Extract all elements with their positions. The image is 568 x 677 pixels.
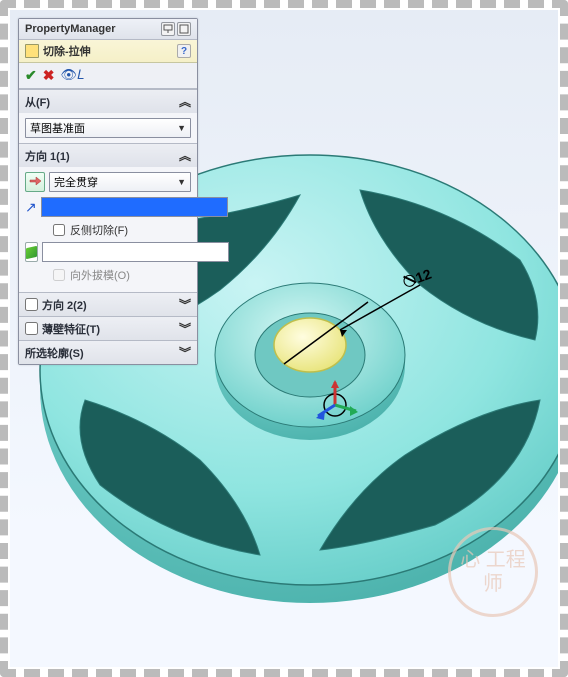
reverse-cut-checkbox[interactable] [53, 224, 65, 236]
draft-outward-row: 向外拔模(O) [53, 267, 191, 283]
feature-header: 切除-拉伸 ? [19, 40, 197, 63]
dropdown-arrow-icon: ▼ [177, 123, 186, 133]
from-dropdown-value: 草图基准面 [30, 120, 85, 136]
draft-outward-label: 向外拔模(O) [70, 267, 130, 283]
property-manager-panel: PropertyManager 切除-拉伸 ? ✔ ✖ 👁𝐿 从(F) ︽ [18, 18, 198, 365]
chevron-down-icon: ︾ [179, 344, 191, 361]
draft-icon [26, 245, 37, 258]
section-direction2: 方向 2(2) ︾ [19, 292, 197, 316]
origin-triad[interactable] [310, 380, 360, 430]
draft-angle-input[interactable] [42, 242, 229, 262]
arrow-icon: ↗ [25, 199, 37, 216]
dropdown-arrow-icon: ▼ [177, 177, 186, 187]
from-dropdown[interactable]: 草图基准面 ▼ [25, 118, 191, 138]
section-dir2-label: 方向 2(2) [42, 297, 87, 313]
end-condition-value: 完全贯穿 [54, 174, 98, 190]
thin-enable-checkbox[interactable] [25, 322, 38, 335]
direction-vector-icon[interactable]: ↗ [25, 197, 37, 217]
feature-name-text: 切除-拉伸 [43, 43, 91, 59]
preview-button[interactable]: 👁𝐿 [60, 67, 84, 84]
cancel-button[interactable]: ✖ [43, 67, 55, 84]
draft-button[interactable] [25, 242, 38, 262]
draft-outward-checkbox [53, 269, 65, 281]
pm-title-text: PropertyManager [25, 23, 115, 35]
pm-pin-button[interactable] [161, 22, 175, 36]
cut-extrude-icon [25, 44, 39, 58]
reverse-cut-label: 反侧切除(F) [70, 222, 128, 238]
reverse-arrow-icon [28, 175, 42, 189]
chevron-down-icon: ︾ [179, 320, 191, 337]
end-condition-dropdown[interactable]: 完全贯穿 ▼ [49, 172, 191, 192]
action-row: ✔ ✖ 👁𝐿 [19, 63, 197, 89]
section-contours-header[interactable]: 所选轮廓(S) ︾ [19, 341, 197, 364]
reverse-direction-button[interactable] [25, 172, 45, 192]
section-dir1-header[interactable]: 方向 1(1) ︽ [19, 144, 197, 167]
section-from-label: 从(F) [25, 94, 50, 110]
direction-reference-input[interactable] [41, 197, 228, 217]
section-dir1-label: 方向 1(1) [25, 148, 70, 164]
watermark: 心 工程师 [448, 527, 538, 617]
section-thin-label: 薄壁特征(T) [42, 321, 100, 337]
section-from-header[interactable]: 从(F) ︽ [19, 90, 197, 113]
section-contours-label: 所选轮廓(S) [25, 345, 84, 361]
pm-expand-button[interactable] [177, 22, 191, 36]
section-thin-header[interactable]: 薄壁特征(T) ︾ [19, 317, 197, 340]
reverse-cut-row: 反侧切除(F) [53, 222, 191, 238]
help-button[interactable]: ? [177, 44, 191, 58]
section-dir2-header[interactable]: 方向 2(2) ︾ [19, 293, 197, 316]
chevron-up-icon: ︽ [179, 93, 191, 110]
ok-button[interactable]: ✔ [25, 67, 37, 84]
section-contours: 所选轮廓(S) ︾ [19, 340, 197, 364]
section-thin: 薄壁特征(T) ︾ [19, 316, 197, 340]
chevron-up-icon: ︽ [179, 147, 191, 164]
section-direction1: 方向 1(1) ︽ 完全贯穿 ▼ ↗ [19, 143, 197, 292]
pm-titlebar: PropertyManager [19, 19, 197, 40]
dir2-enable-checkbox[interactable] [25, 298, 38, 311]
section-from: 从(F) ︽ 草图基准面 ▼ [19, 89, 197, 143]
chevron-down-icon: ︾ [179, 296, 191, 313]
